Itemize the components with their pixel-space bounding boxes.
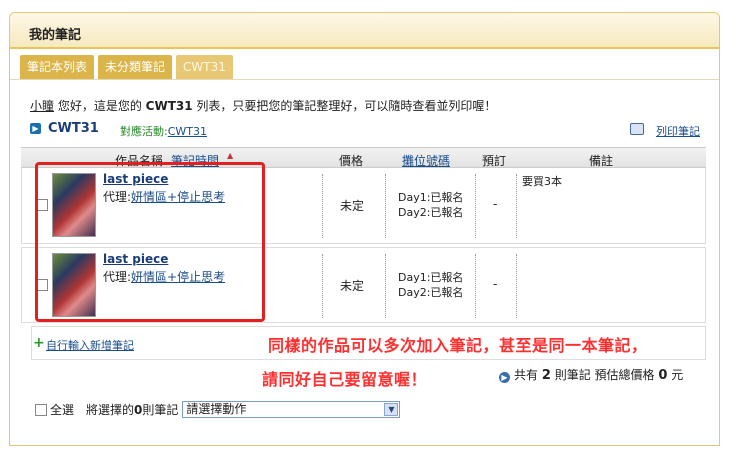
column-divider bbox=[322, 254, 323, 318]
tab-uncategorized[interactable]: 未分類筆記 bbox=[98, 55, 173, 79]
order-cell: - bbox=[493, 277, 498, 291]
bulk-actions: 全選 將選擇的 0 則筆記 請選擇動作 ▼ bbox=[35, 401, 401, 418]
tab-cwt31[interactable]: CWT31 bbox=[176, 55, 233, 79]
plus-icon: + bbox=[33, 335, 45, 351]
event-info: 對應活動:CWT31 bbox=[120, 125, 207, 138]
printer-icon[interactable] bbox=[630, 123, 644, 135]
sort-up-icon: ▲ bbox=[227, 151, 234, 160]
arrow-right-icon: ▶ bbox=[30, 123, 41, 134]
notebook-name: CWT31 bbox=[48, 121, 99, 136]
booth-cell: Day1:已報名 Day2:已報名 bbox=[398, 191, 464, 219]
header-remark: 備註 bbox=[589, 154, 614, 168]
annotation-line-2: 請同好自己要留意喔！ bbox=[262, 370, 428, 389]
column-divider bbox=[516, 254, 517, 318]
column-divider bbox=[475, 254, 476, 318]
price-cell: 未定 bbox=[340, 279, 365, 293]
select-all-label: 全選 bbox=[50, 403, 75, 417]
column-divider bbox=[385, 254, 386, 318]
column-divider bbox=[385, 174, 386, 238]
summary-text: ▶ 共有 2 則筆記 預估總價格 0 元 bbox=[499, 366, 683, 383]
price-cell: 未定 bbox=[340, 199, 365, 213]
panel-title: 我的筆記 bbox=[10, 13, 719, 49]
add-custom-note-link[interactable]: 自行輸入新增筆記 bbox=[46, 337, 134, 353]
bulk-action-select[interactable]: 請選擇動作 ▼ bbox=[182, 401, 401, 418]
event-link[interactable]: CWT31 bbox=[168, 125, 207, 138]
select-all-checkbox[interactable] bbox=[35, 403, 47, 416]
user-link[interactable]: 小瞳 bbox=[30, 99, 54, 113]
tab-bar: 筆記本列表 未分類筆記 CWT31 bbox=[20, 55, 233, 79]
tab-notebook-list[interactable]: 筆記本列表 bbox=[20, 55, 95, 79]
notebook-header: ▶ CWT31 對應活動:CWT31 列印筆記 bbox=[30, 121, 700, 139]
booth-cell: Day1:已報名 Day2:已報名 bbox=[398, 271, 464, 299]
print-notes-link[interactable]: 列印筆記 bbox=[656, 123, 700, 139]
header-price: 價格 bbox=[339, 154, 364, 168]
header-booth[interactable]: 攤位號碼 bbox=[402, 152, 450, 169]
tab-divider bbox=[10, 79, 719, 80]
column-divider bbox=[322, 174, 323, 238]
arrow-right-icon: ▶ bbox=[499, 372, 510, 383]
remark-cell: 要買3本 bbox=[522, 175, 562, 188]
column-divider bbox=[516, 174, 517, 238]
order-cell: - bbox=[493, 197, 498, 211]
column-divider bbox=[475, 174, 476, 238]
highlight-box bbox=[35, 162, 265, 322]
chevron-down-icon: ▼ bbox=[384, 403, 399, 416]
intro-text: 小瞳 您好，這是您的 CWT31 列表，只要把您的筆記整理好，可以隨時查看並列印… bbox=[30, 99, 497, 113]
annotation-line-1: 同樣的作品可以多次加入筆記，甚至是同一本筆記， bbox=[268, 336, 648, 355]
header-order: 預訂 bbox=[482, 154, 507, 168]
